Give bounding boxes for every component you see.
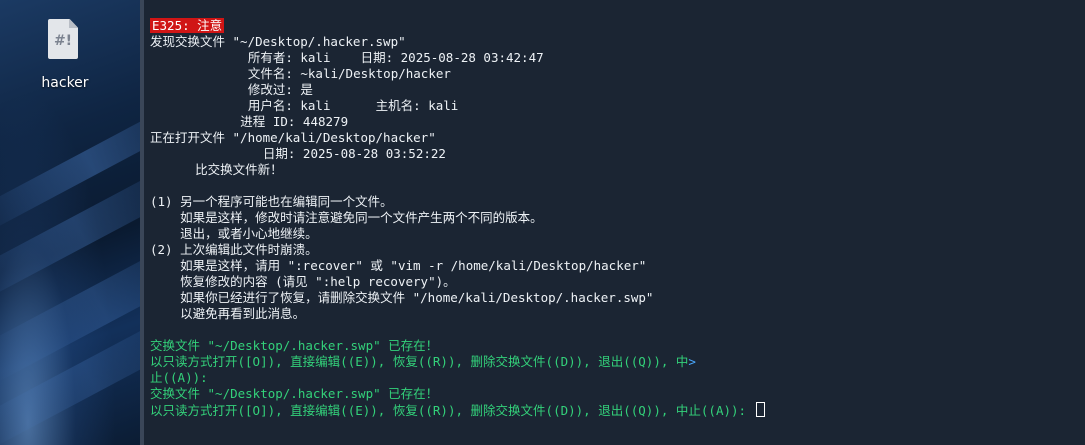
terminal-line: 发现交换文件 "~/Desktop/.hacker.swp" — [150, 34, 406, 49]
terminal-line: 如果是这样，请用 ":recover" 或 "vim -r /home/kali… — [150, 258, 647, 273]
desktop-file-label[interactable]: hacker — [20, 75, 110, 91]
terminal-line: 文件名: ~kali/Desktop/hacker — [150, 66, 451, 81]
terminal-output: E325: 注意 发现交换文件 "~/Desktop/.hacker.swp" … — [150, 18, 1085, 418]
terminal-line: 比交换文件新！ — [150, 162, 283, 177]
terminal-line: 日期: 2025-08-28 03:52:22 — [150, 146, 446, 161]
desktop-wallpaper: #! hacker — [0, 0, 140, 445]
file-glyph: #! — [53, 33, 73, 49]
terminal-line: 退出，或者小心地继续。 — [150, 226, 318, 241]
swap-exists-prompt: 交换文件 "~/Desktop/.hacker.swp" 已存在！ — [150, 338, 439, 353]
terminal-window[interactable]: E325: 注意 发现交换文件 "~/Desktop/.hacker.swp" … — [140, 0, 1085, 445]
terminal-line: 以避免再看到此消息。 — [150, 306, 306, 321]
swap-exists-prompt: 交换文件 "~/Desktop/.hacker.swp" 已存在！ — [150, 386, 439, 401]
file-fold-corner — [69, 19, 78, 28]
swap-options-text: 以只读方式打开([O]), 直接编辑((E)), 恢复((R)), 删除交换文件… — [150, 403, 754, 418]
text-file-icon[interactable]: #! — [48, 19, 78, 59]
swap-options-prompt-active[interactable]: 以只读方式打开([O]), 直接编辑((E)), 恢复((R)), 删除交换文件… — [150, 402, 1085, 418]
swap-options-text: 以只读方式打开([O]), 直接编辑((E)), 恢复((R)), 删除交换文件… — [150, 354, 689, 369]
terminal-line: 恢复修改的内容 (请见 ":help recovery")。 — [150, 274, 456, 289]
terminal-line: 所有者: kali 日期: 2025-08-28 03:42:47 — [150, 50, 544, 65]
terminal-cursor[interactable] — [755, 402, 765, 417]
terminal-line: 用户名: kali 主机名: kali — [150, 98, 459, 113]
terminal-line: E325: 注意 — [150, 18, 1085, 34]
terminal-line: (1) 另一个程序可能也在编辑同一个文件。 — [150, 194, 393, 209]
line-continuation-marker: > — [688, 354, 696, 369]
terminal-line: (2) 上次编辑此文件时崩溃。 — [150, 242, 318, 257]
terminal-line: 如果是这样，修改时请注意避免同一个文件产生两个不同的版本。 — [150, 210, 543, 225]
terminal-line: 修改过: 是 — [150, 82, 313, 97]
swap-options-prompt: 以只读方式打开([O]), 直接编辑((E)), 恢复((R)), 删除交换文件… — [150, 354, 1085, 370]
terminal-line: 如果你已经进行了恢复，请删除交换文件 "/home/kali/Desktop/.… — [150, 290, 654, 305]
terminal-line: 正在打开文件 "/home/kali/Desktop/hacker" — [150, 130, 436, 145]
swap-options-prompt-wrap: 止((A)): — [150, 370, 208, 385]
terminal-line: 进程 ID: 448279 — [150, 114, 349, 129]
error-code-badge: E325: 注意 — [150, 18, 225, 33]
